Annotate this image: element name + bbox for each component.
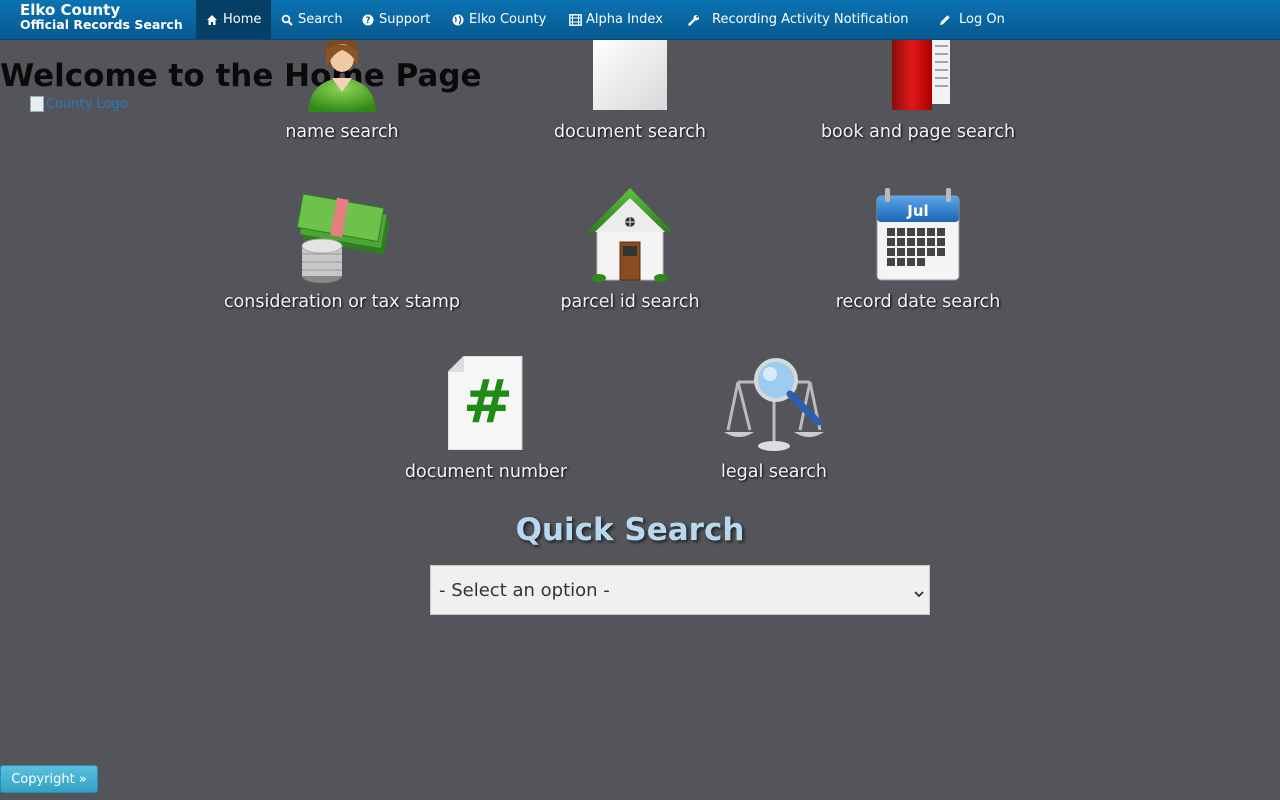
brand-subtitle: Official Records Search <box>20 17 183 32</box>
house-icon <box>585 186 675 282</box>
svg-text:#: # <box>463 367 513 437</box>
county-logo: County Logo <box>30 96 128 112</box>
tile-document-number[interactable]: # document number <box>356 355 616 486</box>
tile-document-number-label: document number <box>404 462 568 482</box>
tile-consideration-tax-stamp[interactable]: consideration or tax stamp <box>212 186 472 316</box>
copyright-button[interactable]: Copyright » <box>0 765 98 793</box>
nav-search-label: Search <box>298 12 343 27</box>
tile-name-search-label: name search <box>285 122 399 142</box>
tile-legal-search[interactable]: legal search <box>644 356 904 486</box>
document-icon <box>593 40 667 110</box>
scales-magnifier-icon <box>724 356 824 452</box>
search-icon <box>281 14 293 26</box>
nav-recording-notification[interactable]: Recording Activity Notification <box>678 0 919 39</box>
tile-parcel-id-search-label: parcel id search <box>560 292 700 312</box>
nav-county-label: Elko County <box>469 12 547 27</box>
brand-title: Elko County <box>20 1 121 19</box>
film-icon <box>569 13 582 26</box>
nav-support[interactable]: ? Support <box>352 0 440 39</box>
hash-document-icon: # <box>447 355 524 451</box>
tile-parcel-id-search[interactable]: parcel id search <box>500 186 760 316</box>
nav-alpha-index-label: Alpha Index <box>586 12 663 27</box>
nav-log-on[interactable]: Log On <box>929 0 1015 39</box>
tile-record-date-search-label: record date search <box>835 292 1001 312</box>
wrench-icon <box>688 14 700 26</box>
nav-support-label: Support <box>379 12 431 27</box>
quick-search-select[interactable]: - Select an option - <box>430 565 930 615</box>
county-logo-alt-text: County Logo <box>46 96 128 112</box>
broken-image-icon <box>30 96 44 112</box>
nav-log-on-label: Log On <box>959 12 1005 27</box>
question-circle-icon: ? <box>362 14 374 26</box>
pencil-icon <box>939 14 951 26</box>
book-icon <box>878 40 958 112</box>
brand[interactable]: Elko County Official Records Search <box>20 3 183 32</box>
home-icon <box>206 14 218 26</box>
person-icon <box>304 34 380 112</box>
chevron-down-icon <box>913 584 925 605</box>
tile-document-search-label: document search <box>554 122 706 142</box>
tile-book-page-search[interactable]: book and page search <box>788 40 1048 146</box>
tile-legal-search-label: legal search <box>720 462 828 482</box>
calendar-icon: Jul <box>875 188 961 282</box>
nav-home[interactable]: Home <box>196 0 271 39</box>
nav-county[interactable]: Elko County <box>442 0 556 39</box>
tile-name-search[interactable]: name search <box>212 34 472 146</box>
quick-search-title: Quick Search <box>515 512 745 548</box>
nav-search[interactable]: Search <box>271 0 353 39</box>
calendar-month-text: Jul <box>906 202 928 220</box>
money-icon <box>292 192 392 286</box>
tile-consideration-tax-stamp-label: consideration or tax stamp <box>223 292 461 312</box>
nav-home-label: Home <box>223 12 262 27</box>
quick-search-selected-value: - Select an option - <box>439 580 610 601</box>
globe-icon <box>452 14 464 26</box>
nav-recording-notification-label: Recording Activity Notification <box>712 12 909 27</box>
svg-text:?: ? <box>365 16 370 26</box>
tile-book-page-search-label: book and page search <box>820 122 1016 142</box>
nav-alpha-index[interactable]: Alpha Index <box>559 0 673 39</box>
tile-document-search[interactable]: document search <box>500 40 760 146</box>
tile-record-date-search[interactable]: Jul record date search <box>788 186 1048 316</box>
top-navbar: Elko County Official Records Search Home… <box>0 0 1280 40</box>
